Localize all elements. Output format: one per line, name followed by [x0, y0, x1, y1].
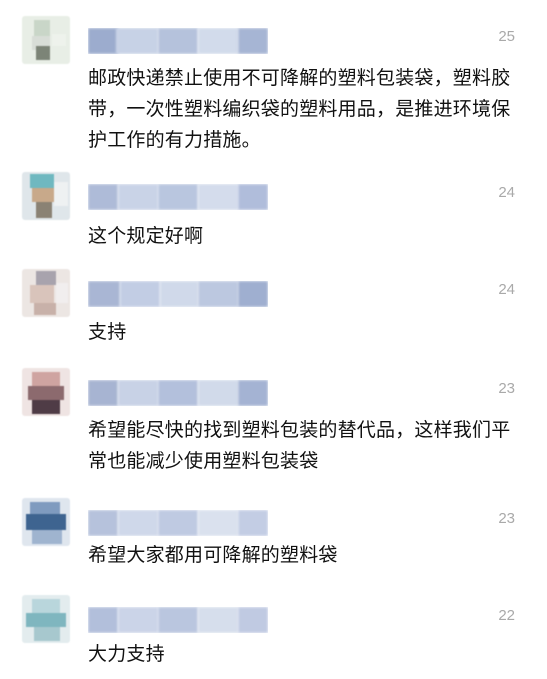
comment-item: 25 邮政快递禁止使用不可降解的塑料包装袋，塑料胶带，一次性塑料编织袋的塑料用品… — [0, 14, 547, 164]
comment-text: 希望大家都用可降解的塑料袋 — [88, 544, 338, 566]
username-blurred[interactable] — [88, 380, 268, 406]
comment-text: 邮政快递禁止使用不可降解的塑料包装袋，塑料胶带，一次性塑料编织袋的塑料用品，是推… — [88, 67, 511, 151]
comment-item: 24 支持 — [0, 267, 547, 357]
username-blurred[interactable] — [88, 607, 268, 633]
avatar[interactable] — [22, 269, 70, 317]
avatar[interactable] — [22, 16, 70, 64]
username-blurred[interactable] — [88, 510, 268, 536]
comment-item: 24 这个规定好啊 — [0, 170, 547, 260]
like-count[interactable]: 22 — [498, 607, 515, 624]
avatar[interactable] — [22, 172, 70, 220]
comment-item: 22 大力支持 — [0, 593, 547, 679]
username-blurred[interactable] — [88, 28, 268, 54]
like-count[interactable]: 23 — [498, 510, 515, 527]
comment-item: 23 希望能尽快的找到塑料包装的替代品，这样我们平常也能减少使用塑料包装袋 — [0, 366, 547, 486]
comment-text: 希望能尽快的找到塑料包装的替代品，这样我们平常也能减少使用塑料包装袋 — [88, 419, 511, 472]
comment-item: 23 希望大家都用可降解的塑料袋 — [0, 496, 547, 586]
comment-text: 这个规定好啊 — [88, 225, 204, 247]
avatar[interactable] — [22, 595, 70, 643]
avatar[interactable] — [22, 498, 70, 546]
username-blurred[interactable] — [88, 184, 268, 210]
like-count[interactable]: 24 — [498, 281, 515, 298]
comment-text: 支持 — [88, 321, 127, 343]
comment-text: 大力支持 — [88, 643, 165, 665]
like-count[interactable]: 25 — [498, 28, 515, 45]
username-blurred[interactable] — [88, 281, 268, 307]
like-count[interactable]: 23 — [498, 380, 515, 397]
avatar[interactable] — [22, 368, 70, 416]
like-count[interactable]: 24 — [498, 184, 515, 201]
